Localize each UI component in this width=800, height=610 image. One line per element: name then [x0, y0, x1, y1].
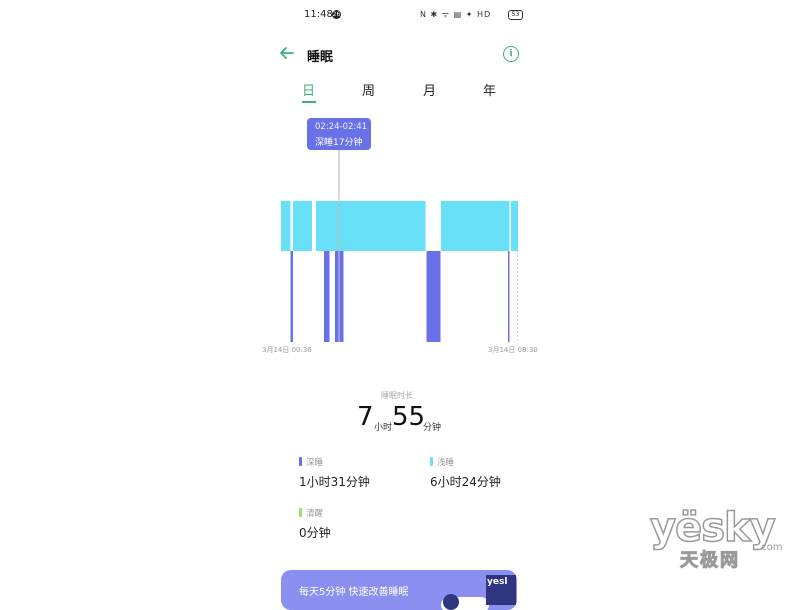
tooltip-text: 深睡17分钟 — [315, 138, 363, 148]
watermark-logo: yësky — [649, 504, 776, 552]
deep-sleep-value: 1小时31分钟 — [299, 475, 370, 489]
status-time: 11:48 — [304, 9, 333, 20]
tab-week[interactable]: 周 — [362, 80, 375, 99]
promo-text: 每天5分钟 快速改善睡眠 — [299, 587, 409, 598]
battery-icon: 53 — [508, 10, 523, 20]
light-sleep-swatch — [430, 457, 433, 466]
light-sleep-bar — [281, 201, 291, 251]
awake-swatch — [299, 508, 302, 517]
deep-sleep-bar — [335, 251, 344, 342]
light-sleep-bar — [511, 201, 518, 251]
light-sleep-label: 浅睡 — [437, 458, 455, 468]
promo-card[interactable]: 每天5分钟 快速改善睡眠 yesl — [281, 570, 517, 610]
deep-sleep-bar — [508, 251, 510, 342]
back-arrow-icon[interactable] — [278, 44, 296, 62]
light-sleep-value: 6小时24分钟 — [430, 475, 501, 489]
light-sleep-bar — [441, 201, 510, 251]
light-sleep-bar — [316, 201, 426, 251]
duration-hours: 7 — [357, 402, 374, 432]
duration-label: 睡眠时长 — [381, 391, 413, 400]
tab-active-indicator — [302, 101, 316, 103]
tooltip-time-range: 02:24-02:41 — [315, 122, 368, 132]
notification-badge: 26 — [332, 10, 341, 19]
promo-thumbnail-text: yesl — [487, 577, 508, 587]
x-end-label: 3月14日 08:30 — [488, 346, 538, 354]
promo-avatar — [443, 594, 459, 610]
promo-thumbnail: yesl — [486, 575, 516, 605]
duration-hours-unit: 小时 — [374, 423, 393, 433]
duration-minutes: 55 — [392, 402, 426, 432]
deep-sleep-label: 深睡 — [306, 458, 324, 468]
duration-minutes-unit: 分钟 — [423, 423, 442, 433]
awake-label: 清醒 — [306, 509, 324, 519]
x-start-label: 3月14日 00:36 — [262, 346, 312, 354]
tab-day[interactable]: 日 — [302, 80, 315, 99]
tab-month[interactable]: 月 — [423, 80, 436, 99]
awake-value: 0分钟 — [299, 526, 331, 540]
light-sleep-bar — [293, 201, 312, 251]
watermark-suffix: .com — [758, 542, 783, 553]
deep-sleep-bar — [290, 251, 293, 342]
deep-sleep-swatch — [299, 457, 302, 466]
deep-sleep-bar — [324, 251, 330, 342]
deep-sleep-bar — [426, 251, 441, 342]
tab-year[interactable]: 年 — [483, 80, 496, 99]
info-icon[interactable]: i — [503, 46, 519, 62]
watermark-sub: 天极网 — [680, 550, 740, 572]
status-icons: N ✱ ᯤ ▤ ✦ HD — [420, 10, 492, 19]
page-title: 睡眠 — [307, 50, 334, 65]
chart-tooltip: 02:24-02:41 深睡17分钟 — [307, 118, 371, 150]
